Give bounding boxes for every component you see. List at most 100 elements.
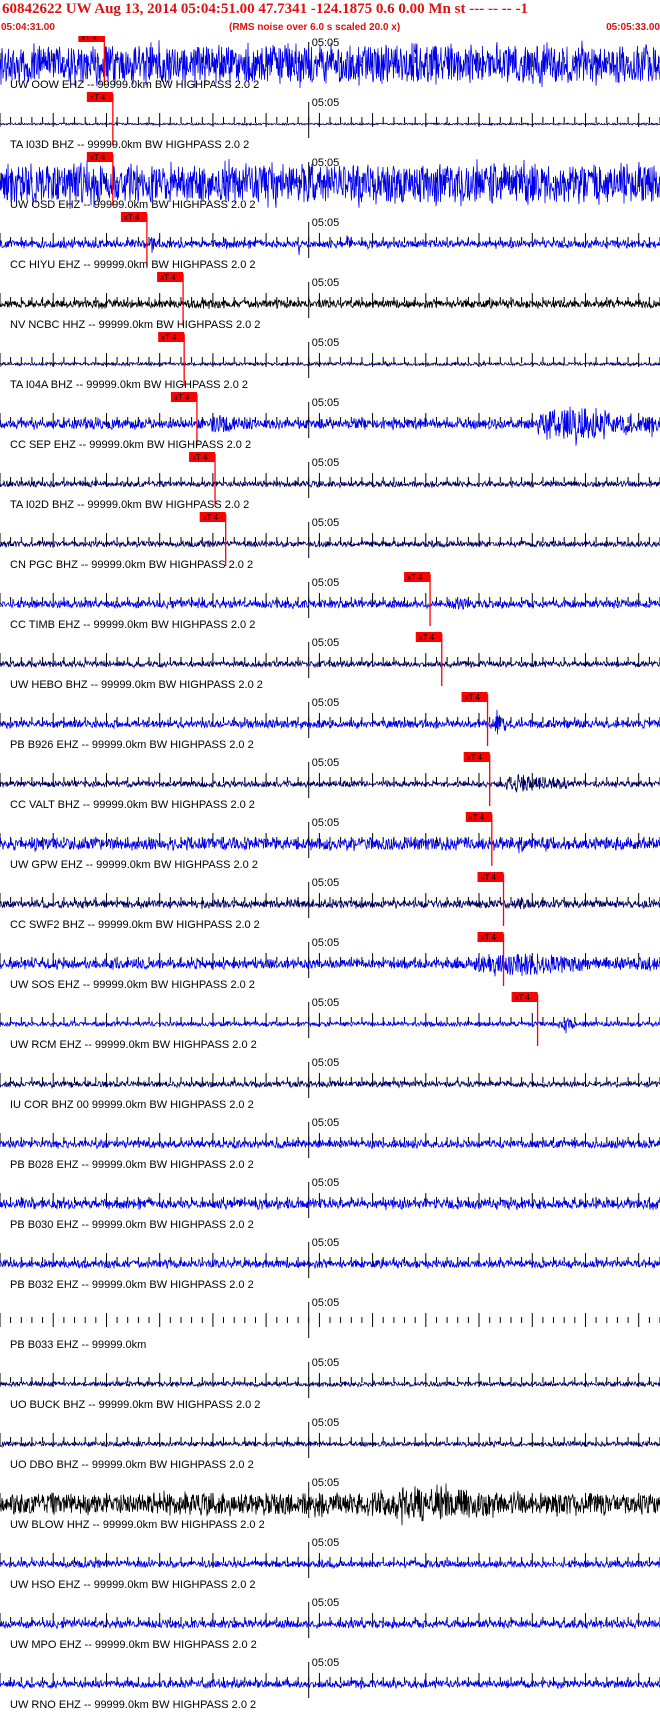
minute-label: 05:05 [312, 217, 340, 229]
station-label: TA I04A BHZ -- 99999.0km BW HIGHPASS 2.0… [10, 379, 248, 391]
pick-label: xT 4 [174, 393, 190, 402]
trace-row: 05:05 UW HSO EHZ -- 99999.0km BW HIGHPASS… [0, 1537, 660, 1591]
pick-label: xT 4 [90, 93, 106, 102]
minute-label: 05:05 [312, 1117, 340, 1129]
trace-row: 05:05 xT 4 CC TIMB EHZ -- 99999.0km BW HIG… [0, 572, 660, 631]
pick-label: xT 4 [192, 453, 208, 462]
waveform [0, 121, 660, 127]
station-label: PB B028 EHZ -- 99999.0km BW HIGHPASS 2.0… [10, 1159, 254, 1171]
trace-row: 05:05 PB B028 EHZ -- 99999.0km BW HIGHPAS… [0, 1117, 660, 1171]
pick-label: xT 4 [481, 873, 497, 882]
station-label: UW GPW EHZ -- 99999.0km BW HIGHPASS 2.0 … [10, 859, 258, 871]
pick-label: xT 4 [469, 813, 485, 822]
minute-label: 05:05 [312, 1177, 340, 1189]
station-label: CC SWF2 BHZ -- 99999.0km BW HIGHPASS 2.0… [10, 919, 260, 931]
pick-label: xT 4 [481, 933, 497, 942]
trace-row: 05:05 xT 4 CN PGC BHZ -- 99999.0km BW HIGH… [0, 512, 660, 571]
waveform [0, 1558, 660, 1570]
pick-label: xT 4 [515, 993, 531, 1002]
trace-row: 05:05 UW RNO EHZ -- 99999.0km BW HIGHPASS… [0, 1657, 660, 1711]
trace-row: 05:05 xT 4 UW OSD EHZ -- 99999.0km BW HIGH… [0, 152, 660, 211]
trace-row: 05:05 xT 4 TA I04A BHZ -- 99999.0km BW HIG… [0, 332, 660, 391]
time-ticks [0, 833, 660, 847]
minute-label: 05:05 [312, 637, 340, 649]
pick-label: xT 4 [90, 153, 106, 162]
pick-label: xT 4 [160, 273, 176, 282]
end-time-label: 05:05:33.00 [606, 22, 660, 33]
rms-noise-subtitle: (RMS noise over 6.0 s scaled 20.0 x) [229, 22, 401, 33]
trace-row: 05:05 xT 4 PB B926 EHZ -- 99999.0km BW HIG… [0, 692, 660, 751]
minute-label: 05:05 [312, 517, 340, 529]
pick-label: xT 4 [467, 753, 483, 762]
station-label: UW HSO EHZ -- 99999.0km BW HIGHPASS 2.0 … [10, 1579, 256, 1591]
minute-label: 05:05 [312, 1597, 340, 1609]
event-title: 60842622 UW Aug 13, 2014 05:04:51.00 47.… [2, 1, 528, 17]
minute-label: 05:05 [312, 937, 340, 949]
station-label: CC TIMB EHZ -- 99999.0km BW HIGHPASS 2.0… [10, 619, 255, 631]
pick-label: xT 4 [407, 573, 423, 582]
trace-row: 05:05 xT 4 UW HEBO BHZ -- 99999.0km BW HIG… [0, 632, 660, 691]
station-label: UO BUCK BHZ -- 99999.0km BW HIGHPASS 2.0… [10, 1399, 260, 1411]
minute-label: 05:05 [312, 877, 340, 889]
station-label: PB B033 EHZ -- 99999.0km [10, 1339, 146, 1351]
minute-label: 05:05 [312, 697, 340, 709]
pick-label: xT 4 [124, 213, 140, 222]
trace-row: 05:05 xT 4 NV NCBC HHZ -- 99999.0km BW HIG… [0, 272, 660, 331]
trace-row: 05:05 xT 4 UW SOS EHZ -- 99999.0km BW HIGH… [0, 932, 660, 991]
trace-row: 05:05 xT 4 CC SEP EHZ -- 99999.0km BW HIGH… [0, 392, 660, 451]
minute-label: 05:05 [312, 1297, 340, 1309]
trace-row: 05:05 PB B032 EHZ -- 99999.0km BW HIGHPAS… [0, 1237, 660, 1291]
trace-row: 05:05 PB B030 EHZ -- 99999.0km BW HIGHPAS… [0, 1177, 660, 1231]
minute-label: 05:05 [312, 337, 340, 349]
station-label: CC SEP EHZ -- 99999.0km BW HIGHPASS 2.0 … [10, 439, 251, 451]
pick-label: xT 4 [419, 633, 435, 642]
station-label: UO DBO BHZ -- 99999.0km BW HIGHPASS 2.0 … [10, 1459, 254, 1471]
trace-row: 05:05 xT 4 UW RCM EHZ -- 99999.0km BW HIGH… [0, 992, 660, 1051]
minute-label: 05:05 [312, 1477, 340, 1489]
trace-row: 05:05 UO BUCK BHZ -- 99999.0km BW HIGHPAS… [0, 1357, 660, 1411]
station-label: UW RNO EHZ -- 99999.0km BW HIGHPASS 2.0 … [10, 1699, 256, 1711]
station-label: UW RCM EHZ -- 99999.0km BW HIGHPASS 2.0 … [10, 1039, 257, 1051]
trace-row: 05:05 xT 4 TA I03D BHZ -- 99999.0km BW HIG… [0, 92, 660, 151]
pick-label: xT 4 [465, 693, 481, 702]
station-label: PB B032 EHZ -- 99999.0km BW HIGHPASS 2.0… [10, 1279, 254, 1291]
minute-label: 05:05 [312, 817, 340, 829]
minute-label: 05:05 [312, 277, 340, 289]
station-label: UW OOW EHZ -- 99999.0km BW HIGHPASS 2.0 … [10, 79, 259, 91]
minute-label: 05:05 [312, 1657, 340, 1669]
station-label: NV NCBC HHZ -- 99999.0km BW HIGHPASS 2.0… [10, 319, 260, 331]
seismogram-plot: 05:05 xT 4 UW OOW EHZ -- 99999.0km BW HIGH… [0, 32, 660, 1718]
trace-row: 05:05 xT 4 TA I02D BHZ -- 99999.0km BW HIG… [0, 452, 660, 511]
station-label: UW SOS EHZ -- 99999.0km BW HIGHPASS 2.0 … [10, 979, 255, 991]
station-label: UW OSD EHZ -- 99999.0km BW HIGHPASS 2.0 … [10, 199, 256, 211]
trace-row: 05:05 xT 4 UW OOW EHZ -- 99999.0km BW HIGH… [0, 32, 660, 91]
pick-label: xT 4 [203, 513, 219, 522]
trace-row: 05:05 xT 4 CC SWF2 BHZ -- 99999.0km BW HIG… [0, 872, 660, 931]
trace-row: 05:05 UO DBO BHZ -- 99999.0km BW HIGHPASS… [0, 1417, 660, 1471]
station-label: UW BLOW HHZ -- 99999.0km BW HIGHPASS 2.0… [10, 1519, 265, 1531]
waveform [0, 953, 660, 977]
trace-row: 05:05 xT 4 CC HIYU EHZ -- 99999.0km BW HIG… [0, 212, 660, 271]
station-label: IU COR BHZ 00 99999.0km BW HIGHPASS 2.0 … [10, 1099, 254, 1111]
trace-row: 05:05 PB B033 EHZ -- 99999.0km [0, 1297, 660, 1351]
minute-label: 05:05 [312, 37, 340, 49]
seismogram-traces: 05:05 xT 4 UW OOW EHZ -- 99999.0km BW HIGH… [0, 32, 660, 1711]
minute-label: 05:05 [312, 1057, 340, 1069]
station-label: CC VALT BHZ -- 99999.0km BW HIGHPASS 2.0… [10, 799, 255, 811]
start-time-label: 05:04:31.00 [1, 22, 55, 33]
minute-label: 05:05 [312, 1417, 340, 1429]
minute-label: 05:05 [312, 757, 340, 769]
trace-row: 05:05 IU COR BHZ 00 99999.0km BW HIGHPASS… [0, 1057, 660, 1111]
trace-row: 05:05 UW MPO EHZ -- 99999.0km BW HIGHPASS… [0, 1597, 660, 1651]
minute-label: 05:05 [312, 1357, 340, 1369]
waveform [0, 1618, 660, 1630]
time-ticks [0, 1313, 660, 1327]
station-label: TA I02D BHZ -- 99999.0km BW HIGHPASS 2.0… [10, 499, 249, 511]
station-label: CC HIYU EHZ -- 99999.0km BW HIGHPASS 2.0… [10, 259, 256, 271]
trace-row: 05:05 UW BLOW HHZ -- 99999.0km BW HIGHPAS… [0, 1477, 660, 1531]
station-label: PB B926 EHZ -- 99999.0km BW HIGHPASS 2.0… [10, 739, 254, 751]
trace-row: 05:05 xT 4 UW GPW EHZ -- 99999.0km BW HIGH… [0, 812, 660, 871]
minute-label: 05:05 [312, 1537, 340, 1549]
station-label: PB B030 EHZ -- 99999.0km BW HIGHPASS 2.0… [10, 1219, 254, 1231]
minute-label: 05:05 [312, 1237, 340, 1249]
